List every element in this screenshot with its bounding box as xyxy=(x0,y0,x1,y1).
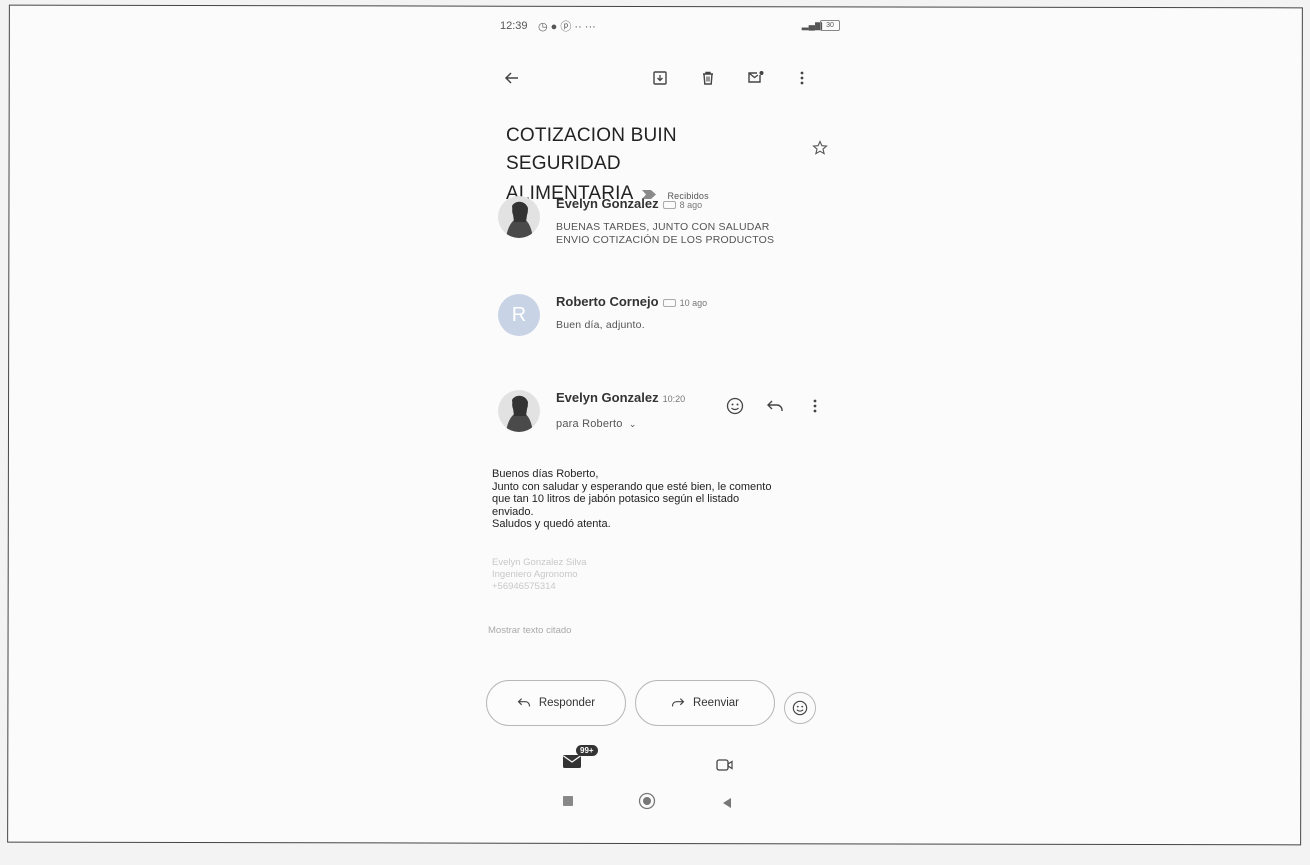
forward-label: Reenviar xyxy=(692,697,740,709)
reply-icon[interactable] xyxy=(763,394,787,418)
battery-icon: 30 xyxy=(820,20,840,31)
emoji-icon xyxy=(792,700,808,716)
thread-message-1[interactable]: Evelyn Gonzalez 8 ago BUENAS TARDES, JUNT… xyxy=(498,196,828,256)
toolbar xyxy=(500,66,835,96)
label-tag-icon xyxy=(662,200,676,209)
body-line: que tan 10 litros de jabón potasico segú… xyxy=(492,493,740,505)
home-icon[interactable] xyxy=(638,792,656,815)
reply-icon xyxy=(517,696,531,711)
status-bar: 12:39 ◷ ● ⓟ ·· ··· ▂▄▆ 30 xyxy=(500,16,840,36)
body-line: enviado. xyxy=(492,505,534,518)
sender-name: Evelyn Gonzalez xyxy=(556,390,659,405)
email-signature: Evelyn Gonzalez Silva Ingeniero Agronomo… xyxy=(492,557,587,593)
sender-name: Roberto Cornejo xyxy=(556,294,659,309)
mail-nav-tab[interactable]: 99+ xyxy=(562,745,598,770)
body-line: Junto con saludar y esperando que esté b… xyxy=(492,480,772,493)
avatar-evelyn xyxy=(498,390,540,432)
snippet-line: BUENAS TARDES, JUNTO CON SALUDAR xyxy=(556,221,770,233)
body-line: Saludos y quedó atenta. xyxy=(492,518,611,530)
reply-label: Responder xyxy=(538,697,596,709)
archive-icon[interactable] xyxy=(648,66,672,90)
show-quoted-text-link[interactable]: Mostrar texto citado xyxy=(488,625,571,636)
recipient-label: para Roberto xyxy=(556,418,623,430)
status-time: 12:39 xyxy=(500,20,528,32)
meet-nav-tab[interactable] xyxy=(716,758,734,777)
subject-line-1: COTIZACION BUIN SEGURIDAD xyxy=(506,125,677,174)
avatar-roberto: R xyxy=(498,294,540,336)
status-icons: ◷ ● ⓟ ·· ··· xyxy=(538,21,596,33)
signature-line: Ingeniero Agronomo xyxy=(492,569,578,580)
mark-unread-icon[interactable] xyxy=(744,66,768,90)
message-date: 8 ago xyxy=(679,200,703,210)
reply-button[interactable]: Responder xyxy=(486,680,626,726)
message-snippet: Buen día, adjunto. xyxy=(556,319,645,331)
body-line: Buenos días Roberto, xyxy=(492,468,599,480)
message-snippet: BUENAS TARDES, JUNTO CON SALUDAR ENVIO C… xyxy=(556,221,774,247)
snippet-line: ENVIO COTIZACIÓN DE LOS PRODUCTOS xyxy=(556,234,775,246)
thread-message-2[interactable]: R Roberto Cornejo 10 ago Buen día, adjunt… xyxy=(498,294,828,340)
label-tag-icon xyxy=(662,298,676,307)
recent-apps-icon[interactable] xyxy=(562,794,574,812)
message-actions xyxy=(723,394,833,424)
sender-name: Evelyn Gonzalez xyxy=(556,196,659,211)
emoji-reaction-icon[interactable] xyxy=(723,394,747,418)
forward-button[interactable]: Reenviar xyxy=(635,680,775,726)
signature-line: Evelyn Gonzalez Silva xyxy=(492,557,587,568)
video-camera-icon xyxy=(716,759,733,771)
chevron-down-icon: ⌄ xyxy=(628,419,637,429)
unread-count-badge: 99+ xyxy=(576,745,598,756)
avatar-evelyn xyxy=(498,196,540,238)
back-arrow-icon[interactable] xyxy=(500,66,524,90)
message-time: 10:20 xyxy=(662,394,686,404)
recipient-toggle[interactable]: para Roberto ⌄ xyxy=(556,418,637,431)
message-body: Buenos días Roberto, Junto con saludar y… xyxy=(492,468,822,531)
star-icon[interactable] xyxy=(812,140,828,161)
trash-icon[interactable] xyxy=(696,66,720,90)
more-vert-icon[interactable] xyxy=(803,394,827,418)
back-nav-icon[interactable] xyxy=(722,796,732,814)
signature-line: +56946575314 xyxy=(492,581,556,592)
emoji-reaction-button[interactable] xyxy=(784,692,816,724)
signal-icon: ▂▄▆ xyxy=(801,20,822,30)
mail-icon xyxy=(563,755,581,768)
message-date: 10 ago xyxy=(679,298,708,308)
forward-icon xyxy=(671,696,685,711)
thread-message-3[interactable]: Evelyn Gonzalez 10:20 para Roberto ⌄ xyxy=(498,390,828,440)
more-vert-icon[interactable] xyxy=(790,66,814,90)
phone-screen: 12:39 ◷ ● ⓟ ·· ··· ▂▄▆ 30 COTIZACION BUI… xyxy=(470,0,850,865)
